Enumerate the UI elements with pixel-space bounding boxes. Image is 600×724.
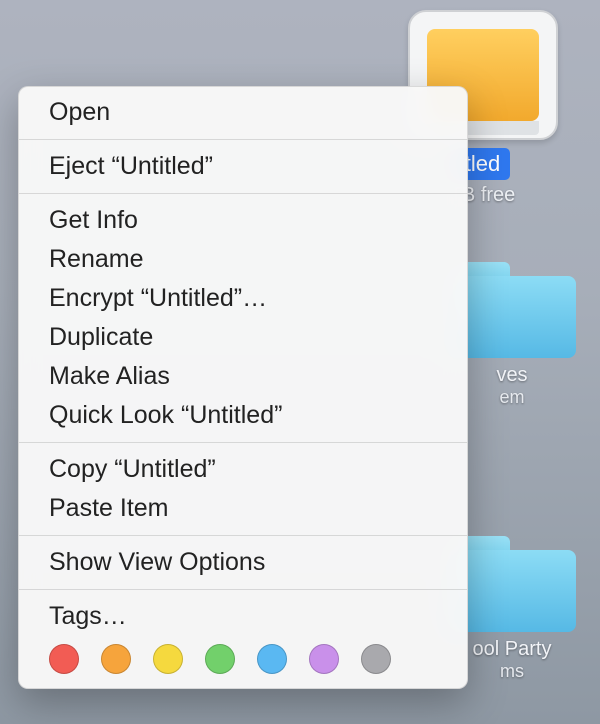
tag-gray[interactable] [361, 644, 391, 674]
menu-paste[interactable]: Paste Item [19, 489, 467, 528]
tag-blue[interactable] [257, 644, 287, 674]
context-menu: Open Eject “Untitled” Get Info Rename En… [18, 86, 468, 689]
desktop: tled TB free ves em ool Party ms Open Ej… [0, 0, 600, 724]
menu-encrypt[interactable]: Encrypt “Untitled”… [19, 279, 467, 318]
menu-separator [19, 442, 467, 443]
tag-purple[interactable] [309, 644, 339, 674]
menu-tags[interactable]: Tags… [19, 597, 467, 636]
tag-yellow[interactable] [153, 644, 183, 674]
menu-copy[interactable]: Copy “Untitled” [19, 450, 467, 489]
menu-duplicate[interactable]: Duplicate [19, 318, 467, 357]
tag-green[interactable] [205, 644, 235, 674]
menu-get-info[interactable]: Get Info [19, 201, 467, 240]
menu-eject[interactable]: Eject “Untitled” [19, 147, 467, 186]
menu-quick-look[interactable]: Quick Look “Untitled” [19, 396, 467, 435]
menu-separator [19, 193, 467, 194]
menu-separator [19, 589, 467, 590]
menu-show-view-options[interactable]: Show View Options [19, 543, 467, 582]
tag-orange[interactable] [101, 644, 131, 674]
menu-separator [19, 535, 467, 536]
menu-open[interactable]: Open [19, 93, 467, 132]
tag-red[interactable] [49, 644, 79, 674]
menu-rename[interactable]: Rename [19, 240, 467, 279]
menu-make-alias[interactable]: Make Alias [19, 357, 467, 396]
menu-separator [19, 139, 467, 140]
tags-row [19, 636, 467, 678]
